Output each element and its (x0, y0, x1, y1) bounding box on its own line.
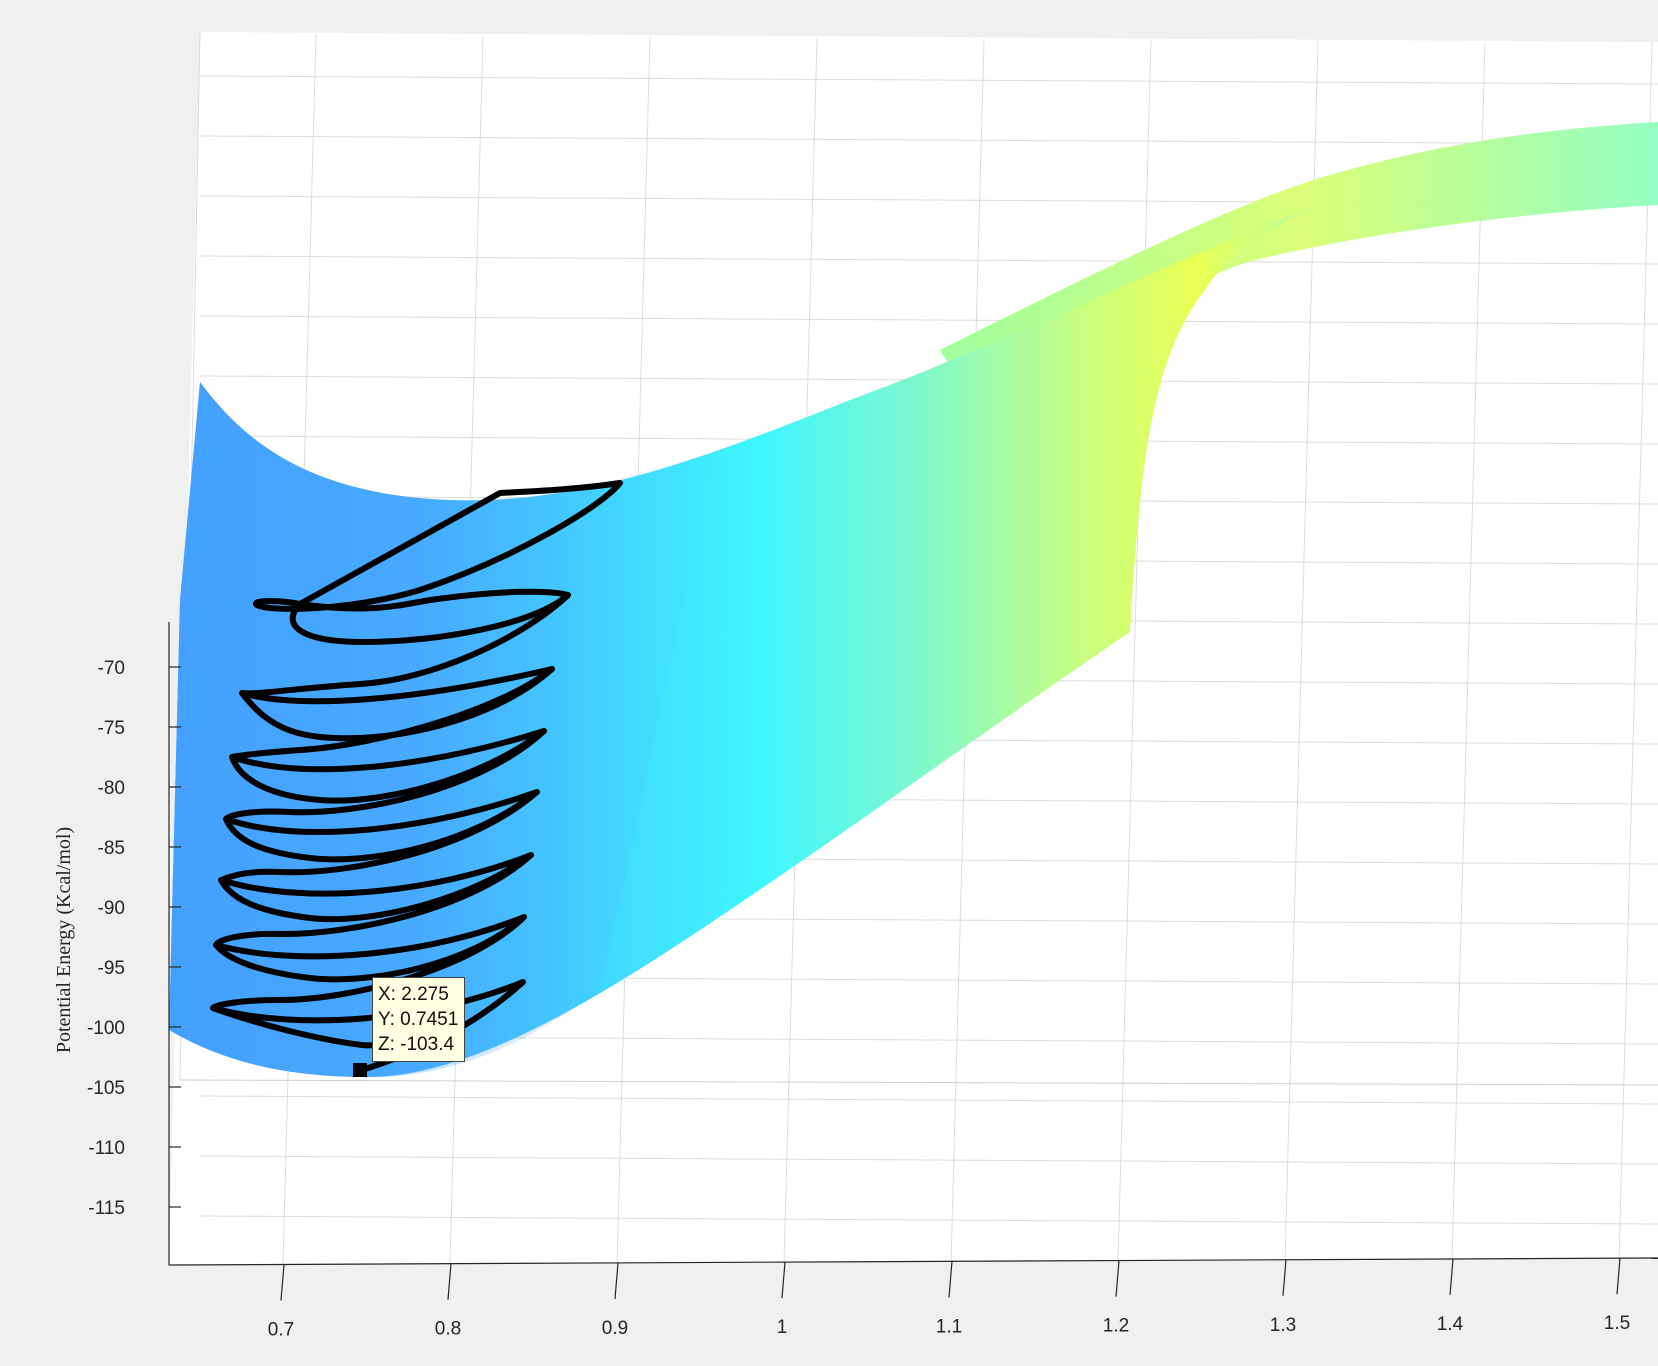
x-tick-mark (447, 1263, 452, 1300)
z-tick-label: -115 (88, 1198, 125, 1219)
x-tick-mark (280, 1264, 285, 1301)
z-tick-label: -110 (88, 1138, 125, 1159)
x-tick-mark (781, 1262, 786, 1299)
datatip-x: X: 2.275 (378, 984, 449, 1005)
x-tick-mark (1282, 1259, 1287, 1296)
x-tick-labels: 0.7 0.8 0.9 1 1.1 1.2 1.3 1.4 1.5 (268, 1313, 1630, 1340)
z-tick-labels: -70 -75 -80 -85 -90 -95 -100 -105 -110 -115 (87, 658, 125, 1219)
z-tick-label: -95 (98, 958, 125, 979)
z-tick-label: -75 (98, 718, 125, 739)
datatip-z: Z: -103.4 (378, 1034, 455, 1055)
x-tick-label: 0.7 (268, 1319, 294, 1340)
z-tick-label: -105 (87, 1078, 125, 1099)
x-tick-label: 1.4 (1437, 1314, 1464, 1335)
datatip-marker[interactable] (353, 1063, 367, 1077)
x-tick-label: 1.5 (1604, 1313, 1630, 1334)
x-tick-label: 1.3 (1270, 1315, 1296, 1336)
x-tick-mark (614, 1262, 619, 1299)
x-tick-mark (948, 1261, 953, 1298)
x-tick-label: 1.1 (936, 1316, 962, 1337)
x-tick-label: 1.2 (1103, 1316, 1129, 1337)
x-tick-label: 0.8 (435, 1319, 461, 1340)
z-tick-label: -100 (87, 1018, 125, 1039)
z-tick-label: -85 (98, 838, 125, 859)
x-tick-mark (1616, 1258, 1621, 1295)
x-tick-label: 1 (777, 1317, 788, 1338)
x-tick-mark (1449, 1258, 1454, 1296)
y-axis-label: Potential Energy (Kcal/mol) (53, 827, 75, 1053)
x-tick-marks (280, 1258, 1621, 1301)
x-tick-mark (1115, 1260, 1120, 1297)
z-tick-label: -80 (98, 778, 125, 799)
surface-plot[interactable]: -70-75-80-85-90-95-100-105-110-115 0.7 0.… (0, 0, 1658, 1366)
datatip-y: Y: 0.7451 (378, 1009, 459, 1030)
x-tick-label: 0.9 (602, 1318, 628, 1339)
z-tick-label: -90 (98, 898, 125, 919)
z-tick-label: -70 (98, 658, 125, 679)
datatip[interactable]: X: 2.275 Y: 0.7451 Z: -103.4 (372, 977, 466, 1062)
